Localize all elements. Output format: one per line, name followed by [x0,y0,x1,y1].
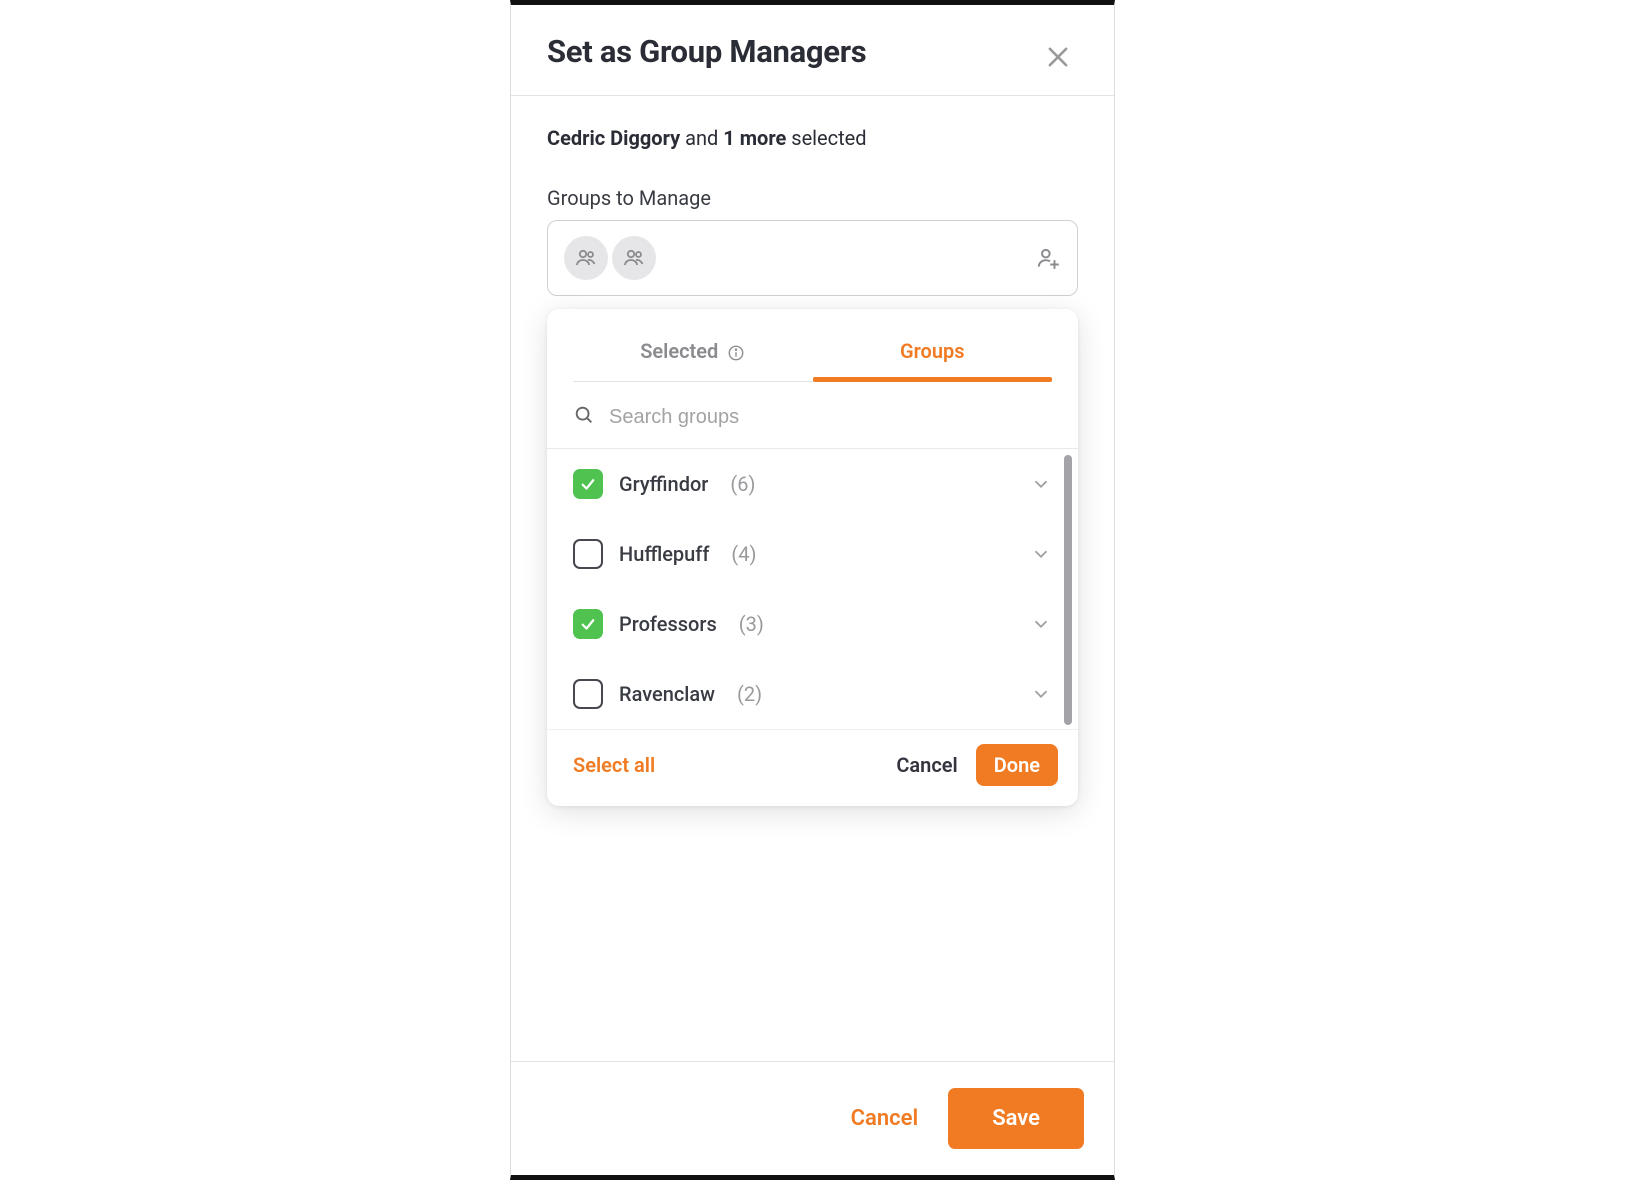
groups-to-manage-label: Groups to Manage [547,186,1078,210]
selection-summary: Cedric Diggory and 1 more selected [547,126,1078,150]
add-person-icon[interactable] [1035,245,1061,271]
chevron-down-icon[interactable] [1030,473,1052,495]
search-input[interactable] [609,406,1052,429]
modal-header: Set as Group Managers [511,5,1114,96]
group-list: Gryffindor (6) Hufflepuff (4) [547,449,1078,729]
modal-title: Set as Group Managers [547,33,866,70]
dropdown-tabs: Selected Groups [547,325,1078,382]
search-row [547,382,1078,449]
search-icon [573,404,595,430]
selected-chips [564,236,656,280]
group-name: Hufflepuff [619,542,709,566]
group-item-professors: Professors (3) [573,589,1078,659]
chevron-down-icon[interactable] [1030,613,1052,635]
tab-selected-label: Selected [640,339,718,363]
group-item-ravenclaw: Ravenclaw (2) [573,659,1078,729]
group-item-hufflepuff: Hufflepuff (4) [573,519,1078,589]
dropdown-footer: Select all Cancel Done [547,729,1078,806]
save-button[interactable]: Save [948,1088,1084,1149]
checkbox-hufflepuff[interactable] [573,539,603,569]
checkbox-ravenclaw[interactable] [573,679,603,709]
select-all-button[interactable]: Select all [573,753,655,777]
summary-and: and [680,126,723,150]
checkbox-professors[interactable] [573,609,603,639]
close-icon[interactable] [1044,43,1072,71]
summary-suffix: selected [786,126,866,150]
chevron-down-icon[interactable] [1030,683,1052,705]
info-icon [727,344,745,362]
summary-person: Cedric Diggory [547,126,680,150]
group-name: Ravenclaw [619,682,715,706]
group-item-gryffindor: Gryffindor (6) [573,449,1078,519]
modal-footer: Cancel Save [511,1061,1114,1175]
group-count: (4) [731,542,756,566]
scrollbar[interactable] [1064,455,1072,725]
chevron-down-icon[interactable] [1030,543,1052,565]
dropdown-cancel-button[interactable]: Cancel [890,753,963,777]
tab-groups[interactable]: Groups [813,325,1053,382]
tab-selected[interactable]: Selected [573,325,813,382]
tab-groups-label: Groups [900,339,965,363]
cancel-button[interactable]: Cancel [841,1106,929,1131]
summary-more: 1 more [723,126,786,150]
group-chip-1[interactable] [564,236,608,280]
set-group-managers-modal: Set as Group Managers Cedric Diggory and… [510,0,1115,1180]
group-count: (2) [737,682,762,706]
group-name: Gryffindor [619,472,708,496]
modal-body: Cedric Diggory and 1 more selected Group… [511,96,1114,1061]
group-name: Professors [619,612,717,636]
done-button[interactable]: Done [976,744,1058,786]
group-chip-2[interactable] [612,236,656,280]
groups-to-manage-field[interactable] [547,220,1078,296]
group-count: (3) [739,612,764,636]
groups-dropdown: Selected Groups [547,309,1078,806]
checkbox-gryffindor[interactable] [573,469,603,499]
group-count: (6) [730,472,755,496]
